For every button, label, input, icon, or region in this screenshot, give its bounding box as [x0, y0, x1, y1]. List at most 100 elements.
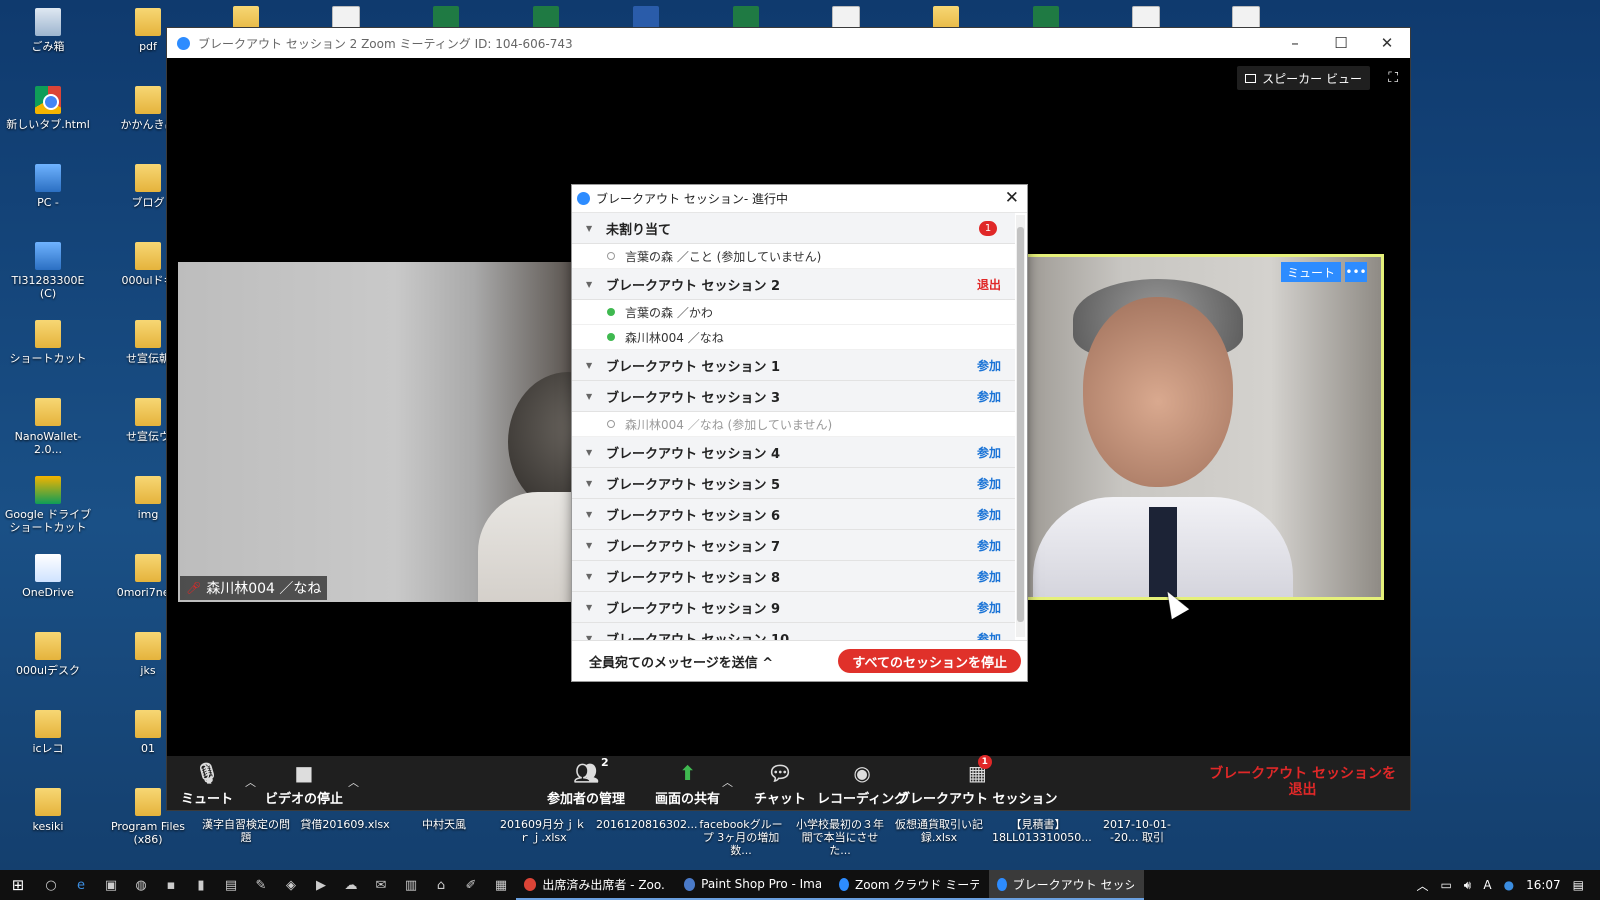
chevron-down-icon[interactable]: ▼ — [586, 392, 598, 401]
chrome-icon[interactable]: ◍ — [126, 870, 156, 900]
desktop-icon[interactable]: icレコ — [2, 710, 94, 755]
join-session-link[interactable]: 参加 — [977, 388, 1001, 405]
recording-button[interactable]: ◉ レコーディング — [817, 758, 907, 807]
desktop-icon[interactable]: Google ドライブ ショートカット — [2, 476, 94, 534]
breakout-session-row[interactable]: ▼ ブレークアウト セッション 2 退出 — [572, 269, 1015, 300]
chevron-down-icon[interactable]: ▼ — [586, 361, 598, 370]
desktop-icon[interactable]: 2017-10-01--20... 取引 — [1091, 818, 1183, 844]
desktop-icon[interactable]: 仮想通貨取引い記録.xlsx — [893, 818, 985, 844]
volume-icon[interactable]: 🔊︎ — [1464, 878, 1472, 893]
desktop-icon[interactable]: NanoWallet-2.0... — [2, 398, 94, 456]
breakout-session-row[interactable]: ▼ ブレークアウト セッション 9 参加 — [572, 592, 1015, 623]
taskbar-task-button[interactable]: Paint Shop Pro - Imag... — [676, 870, 831, 900]
stop-all-sessions-button[interactable]: すべてのセッションを停止 — [838, 649, 1021, 673]
app-icon[interactable]: ✎ — [246, 870, 276, 900]
breakout-session-row[interactable]: ▼ ブレークアウト セッション 7 参加 — [572, 530, 1015, 561]
app-icon[interactable]: ▮ — [186, 870, 216, 900]
chevron-down-icon[interactable]: ▼ — [586, 280, 598, 289]
taskbar-task-button[interactable]: ブレークアウト セッション ... — [989, 870, 1144, 900]
windows-start-icon[interactable]: ⊞ — [0, 870, 36, 900]
desktop-icon[interactable]: ごみ箱 — [2, 8, 94, 53]
desktop-icon[interactable]: facebookグループ 3ヶ月の増加数... — [695, 818, 787, 857]
desktop-icon[interactable]: 【見積書】18LL013310050... — [992, 818, 1092, 844]
desktop-icon[interactable]: 中村天風 — [398, 818, 490, 831]
breakout-session-row[interactable]: ▼ ブレークアウト セッション 1 参加 — [572, 350, 1015, 381]
dialog-titlebar[interactable]: ブレークアウト セッション- 進行中 — [572, 185, 1027, 213]
app-icon[interactable]: ◈ — [276, 870, 306, 900]
app-icon[interactable]: ☁ — [336, 870, 366, 900]
video-options-caret-icon[interactable]: ︿ — [348, 774, 359, 790]
minimize-icon[interactable]: – — [1272, 28, 1318, 58]
breakout-session-row[interactable]: ▼ ブレークアウト セッション 5 参加 — [572, 468, 1015, 499]
app-icon[interactable]: ✐ — [456, 870, 486, 900]
mute-participant-button[interactable]: ミュート — [1280, 262, 1341, 282]
edge-icon[interactable]: e — [66, 870, 96, 900]
network-icon[interactable]: ▭ — [1440, 878, 1451, 892]
clock[interactable]: 16:07 — [1526, 878, 1561, 892]
mute-button[interactable]: 🎙︎ ミュート — [181, 758, 233, 807]
broadcast-message-button[interactable]: 全員宛てのメッセージを送信 ^ — [589, 652, 773, 671]
maximize-icon[interactable]: ☐ — [1318, 28, 1364, 58]
share-options-caret-icon[interactable]: ︿ — [722, 774, 733, 790]
scrollbar[interactable] — [1016, 215, 1025, 637]
taskbar-task-button[interactable]: Zoom クラウド ミーティング — [831, 870, 989, 900]
onedrive-tray-icon[interactable]: ● — [1504, 878, 1514, 892]
speaker-view-button[interactable]: スピーカー ビュー — [1237, 66, 1370, 90]
breakout-session-row[interactable]: ▼ ブレークアウト セッション 3 参加 — [572, 381, 1015, 412]
more-options-button[interactable]: ••• — [1345, 262, 1367, 282]
close-icon[interactable]: ✕ — [1005, 188, 1019, 208]
join-session-link[interactable]: 参加 — [977, 444, 1001, 461]
breakout-session-row[interactable]: ▼ ブレークアウト セッション 6 参加 — [572, 499, 1015, 530]
desktop-icon[interactable]: kesiki — [2, 788, 94, 833]
close-icon[interactable]: ✕ — [1364, 28, 1410, 58]
chat-button[interactable]: 💬︎ チャット — [754, 758, 806, 807]
chevron-down-icon[interactable]: ▼ — [586, 541, 598, 550]
breakout-session-row[interactable]: ▼ ブレークアウト セッション 10 参加 — [572, 623, 1015, 641]
leave-breakout-session-button[interactable]: ブレークアウト セッションを 退出 — [1209, 766, 1396, 798]
app-icon[interactable]: ▦ — [486, 870, 516, 900]
desktop-icon[interactable]: ショートカット — [2, 320, 94, 365]
join-session-link[interactable]: 参加 — [977, 568, 1001, 585]
audio-options-caret-icon[interactable]: ︿ — [245, 774, 256, 790]
breakout-session-row[interactable]: ▼ 未割り当て 1 — [572, 213, 1015, 244]
app-icon[interactable]: ⌂ — [426, 870, 456, 900]
taskbar-task-button[interactable]: 出席済み出席者 - Zoo... — [516, 870, 676, 900]
fullscreen-icon[interactable]: ⛶ — [1388, 70, 1398, 86]
desktop-icon[interactable]: PC - — [2, 164, 94, 209]
join-session-link[interactable]: 参加 — [977, 506, 1001, 523]
app-icon[interactable]: ▥ — [396, 870, 426, 900]
chevron-down-icon[interactable]: ▼ — [586, 224, 598, 233]
stop-video-button[interactable]: ■ ビデオの停止 — [265, 758, 343, 807]
app-icon[interactable]: ▣ — [96, 870, 126, 900]
desktop-icon[interactable]: 小学校最初の３年間で本当にさせた... — [794, 818, 886, 857]
join-session-link[interactable]: 参加 — [977, 475, 1001, 492]
breakout-session-row[interactable]: ▼ ブレークアウト セッション 8 参加 — [572, 561, 1015, 592]
cortana-search-icon[interactable]: ○ — [36, 870, 66, 900]
chevron-down-icon[interactable]: ▼ — [586, 479, 598, 488]
desktop-icon[interactable]: 新しいタブ.html — [2, 86, 94, 131]
window-titlebar[interactable]: ブレークアウト セッション 2 Zoom ミーティング ID: 104-606-… — [167, 28, 1410, 58]
chevron-down-icon[interactable]: ▼ — [586, 572, 598, 581]
participant-video-right[interactable]: ミュート ••• — [1010, 254, 1384, 600]
breakout-session-row[interactable]: ▼ ブレークアウト セッション 4 参加 — [572, 437, 1015, 468]
participant-video-left[interactable]: 🎤︎ 森川林004 ／なね — [178, 262, 573, 602]
desktop-icon[interactable]: TI31283300E (C) — [2, 242, 94, 300]
join-session-link[interactable]: 参加 — [977, 599, 1001, 616]
desktop-icon[interactable]: 漢字自習検定の問題 — [200, 818, 292, 844]
desktop-icon[interactable]: 2016120816302... — [596, 818, 697, 831]
desktop-icon[interactable]: 201609月分ｊｋｒｊ.xlsx — [497, 818, 589, 844]
app-icon[interactable]: ▶ — [306, 870, 336, 900]
app-icon[interactable]: ▤ — [216, 870, 246, 900]
ime-indicator[interactable]: A — [1483, 878, 1491, 892]
join-session-link[interactable]: 参加 — [977, 357, 1001, 374]
chevron-down-icon[interactable]: ▼ — [586, 448, 598, 457]
manage-participants-button[interactable]: 👥︎ 2 参加者の管理 — [547, 756, 625, 807]
desktop-icon[interactable]: 貸借201609.xlsx — [299, 818, 391, 831]
tray-expand-icon[interactable]: ︿ — [1416, 877, 1428, 894]
join-session-link[interactable]: 参加 — [977, 537, 1001, 554]
desktop-icon[interactable]: OneDrive — [2, 554, 94, 599]
scrollbar-thumb[interactable] — [1017, 227, 1024, 622]
leave-session-link[interactable]: 退出 — [977, 276, 1001, 293]
mail-icon[interactable]: ✉ — [366, 870, 396, 900]
share-screen-button[interactable]: ⬆ 画面の共有 — [655, 758, 720, 807]
